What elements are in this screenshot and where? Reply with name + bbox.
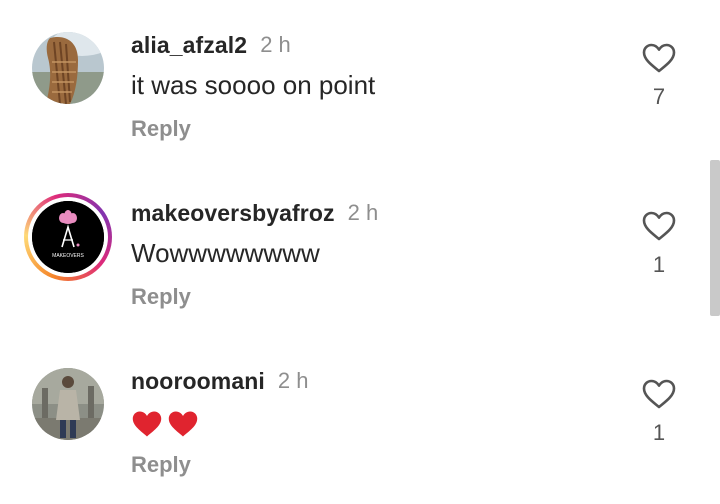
reply-button[interactable]: Reply: [131, 116, 191, 142]
comment-item: alia_afzal2 2 h it was soooo on point Re…: [0, 0, 720, 168]
avatar[interactable]: [32, 368, 104, 440]
comment-header: makeoversbyafroz 2 h: [131, 198, 378, 228]
comment-header: alia_afzal2 2 h: [131, 30, 291, 60]
comment-emoji: [131, 409, 199, 441]
like-count: 7: [652, 84, 666, 109]
avatar-photo-icon: [32, 368, 104, 440]
avatar[interactable]: [32, 32, 104, 104]
heart-outline-icon: [642, 211, 676, 241]
avatar-logo-text: MAKEOVERS: [52, 253, 84, 259]
like-count: 1: [652, 252, 666, 277]
like-button[interactable]: [641, 210, 677, 242]
reply-button[interactable]: Reply: [131, 284, 191, 310]
heart-outline-icon: [642, 379, 676, 409]
comment-text: Wowwwwwwww: [131, 238, 320, 268]
heart-outline-icon: [642, 43, 676, 73]
username[interactable]: alia_afzal2: [131, 32, 247, 59]
comment-header: nooroomani 2 h: [131, 366, 308, 396]
comment-item: nooroomani 2 h Reply 1: [0, 336, 720, 504]
scrollbar[interactable]: [710, 160, 720, 316]
story-ring[interactable]: MAKEOVERS: [24, 193, 112, 281]
comment-text: it was soooo on point: [131, 70, 376, 100]
username[interactable]: makeoversbyafroz: [131, 200, 335, 227]
reply-button[interactable]: Reply: [131, 452, 191, 478]
like-button[interactable]: [641, 378, 677, 410]
red-heart-emoji-icon: [168, 411, 198, 437]
avatar[interactable]: MAKEOVERS: [32, 201, 104, 273]
avatar-photo-icon: [32, 32, 104, 104]
username[interactable]: nooroomani: [131, 368, 265, 395]
comment-item: MAKEOVERS makeoversbyafroz 2 h Wowwwwwww…: [0, 168, 720, 336]
timestamp: 2 h: [260, 32, 291, 57]
like-count: 1: [652, 420, 666, 445]
timestamp: 2 h: [277, 368, 309, 393]
makeovers-logo-icon: MAKEOVERS: [32, 201, 104, 273]
like-button[interactable]: [641, 42, 677, 74]
red-heart-emoji-icon: [132, 411, 162, 437]
timestamp: 2 h: [347, 200, 379, 225]
